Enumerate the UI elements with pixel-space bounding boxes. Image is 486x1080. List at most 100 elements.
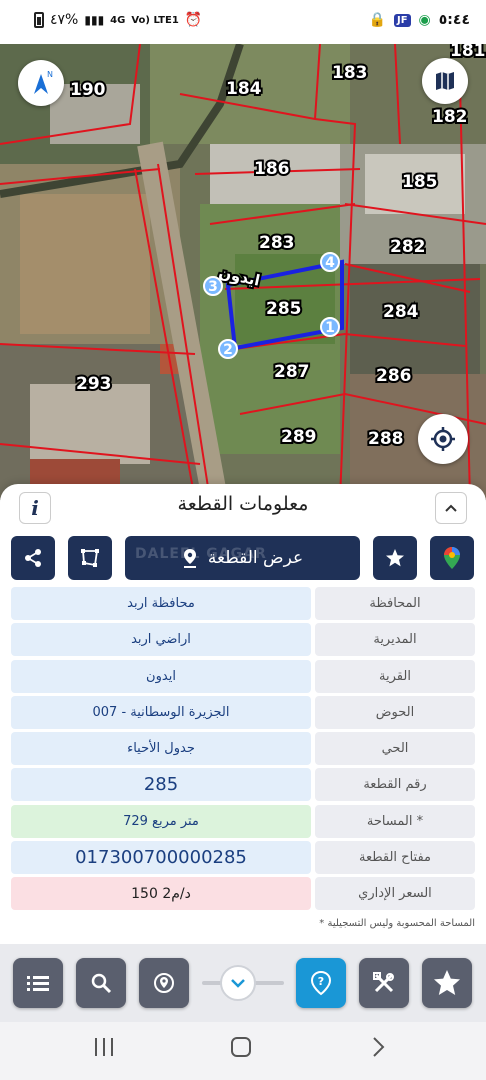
parcel-label: 286: [376, 366, 412, 386]
parcel-label: 183: [332, 63, 368, 83]
parcel-label: 181: [450, 44, 486, 61]
parcel-label: 293: [76, 374, 112, 394]
table-row: 017300700000285 مفتاح القطعة: [11, 841, 475, 875]
table-row: 729 متر مربع المساحة *: [11, 804, 475, 838]
table-row: ايدون القرية: [11, 659, 475, 693]
table-row: الجزيرة الوسطانية - 007 الحوض: [11, 695, 475, 729]
area-label: المساحة *: [315, 804, 475, 838]
table-row: 285 رقم القطعة: [11, 768, 475, 802]
sheet-title: معلومات القطعة: [177, 493, 309, 515]
satellite-map[interactable]: 181 190 183 184 182 186 185 283 282 285 …: [0, 44, 486, 500]
parcel-details-table: محافظة اربد المحافظة اراضي اربد المديرية…: [11, 587, 475, 914]
village-value: ايدون: [11, 659, 311, 693]
parcel-label: 184: [226, 79, 262, 99]
svg-text:?: ?: [318, 975, 324, 988]
parcel-label: 283: [259, 233, 295, 253]
map-layers-icon: [436, 72, 454, 90]
sheet-header: i معلومات القطعة: [0, 484, 486, 528]
parcel-info-sheet: i معلومات القطعة DALEEL GAGAR عرض القطعة…: [0, 484, 486, 952]
recents-icon: [95, 1038, 113, 1056]
panel-toggle-knob[interactable]: [220, 965, 256, 1001]
parcel-key-value: 017300700000285: [11, 841, 311, 875]
basin-value: الجزيرة الوسطانية - 007: [11, 695, 311, 729]
status-left: ٤٧% ▮▮▮ 4G Vo) LTE1 ⏰: [34, 12, 202, 28]
help-button[interactable]: ?: [296, 958, 346, 1008]
location-search-button[interactable]: [139, 958, 189, 1008]
chevron-down-icon: [231, 979, 245, 988]
home-button[interactable]: [229, 1036, 253, 1064]
parcel-label: 288: [368, 429, 404, 449]
district-label: الحي: [315, 732, 475, 766]
share-icon: [25, 549, 41, 567]
parcel-label: 285: [266, 299, 302, 319]
governorate-label: المحافظة: [315, 587, 475, 620]
governorate-value: محافظة اربد: [11, 587, 311, 620]
parcel-label: 282: [390, 237, 426, 257]
tools-icon: [373, 972, 394, 993]
network-type: 4G: [110, 14, 126, 26]
back-icon: [373, 1037, 385, 1057]
recents-button[interactable]: [92, 1036, 116, 1064]
parcel-label: 190: [70, 80, 106, 100]
whatsapp-icon: ◉: [418, 12, 431, 28]
map-view[interactable]: 181 190 183 184 182 186 185 283 282 285 …: [0, 44, 486, 500]
directorate-label: المديرية: [315, 623, 475, 657]
jf-badge: JF: [393, 13, 411, 27]
area-footnote: * المساحة المحسوبة وليس التسجيلية: [319, 918, 475, 929]
district-value: جدول الأحياء: [11, 732, 311, 766]
my-location-button[interactable]: [418, 414, 468, 464]
basin-label: الحوض: [315, 695, 475, 729]
parcel-number-value: 285: [11, 768, 311, 802]
star-icon: [386, 549, 404, 567]
location-search-icon: [154, 973, 174, 993]
admin-price-label: السعر الإداري: [315, 877, 475, 911]
parcel-number-label: رقم القطعة: [315, 768, 475, 802]
admin-price-value: 150 د/م2: [11, 877, 311, 911]
help-pin-icon: ?: [310, 970, 332, 996]
polygon-button[interactable]: [68, 536, 112, 580]
parcel-label: 284: [383, 302, 419, 322]
alarm-icon: ⏰: [184, 12, 203, 28]
watermark: DALEEL GAGAR: [135, 546, 267, 562]
system-nav-bar: [0, 1022, 486, 1080]
parcel-label: 182: [432, 107, 468, 127]
collapse-button[interactable]: [435, 492, 467, 524]
compass-button[interactable]: N: [18, 60, 64, 106]
favorites-star-icon: [434, 970, 460, 995]
tools-button[interactable]: [359, 958, 409, 1008]
vertex-label: 1: [325, 320, 335, 336]
list-icon: [27, 976, 49, 991]
vertex-label: 4: [325, 255, 335, 271]
status-bar: ٤٧% ▮▮▮ 4G Vo) LTE1 ⏰ 🔒 JF ◉ ٥:٤٤: [0, 0, 486, 44]
favorites-button[interactable]: [422, 958, 472, 1008]
village-label: القرية: [315, 659, 475, 693]
compass-icon: N: [34, 70, 53, 94]
search-button[interactable]: [76, 958, 126, 1008]
signal-icon: ▮▮▮: [84, 13, 105, 27]
show-parcel-button[interactable]: DALEEL GAGAR عرض القطعة: [125, 536, 360, 580]
action-bar: DALEEL GAGAR عرض القطعة: [0, 536, 486, 580]
table-row: محافظة اربد المحافظة: [11, 587, 475, 620]
target-icon: [431, 427, 455, 451]
status-time: ٥:٤٤: [438, 12, 470, 28]
layers-button[interactable]: [422, 58, 468, 104]
bottom-toolbar: ?: [0, 944, 486, 1022]
table-row: 150 د/م2 السعر الإداري: [11, 877, 475, 911]
parcel-key-label: مفتاح القطعة: [315, 841, 475, 875]
volte-indicator: Vo) LTE1: [131, 14, 179, 26]
chevron-up-icon: [445, 504, 457, 512]
list-button[interactable]: [13, 958, 63, 1008]
parcel-label: 287: [274, 362, 310, 382]
google-maps-button[interactable]: [430, 536, 474, 580]
battery-icon: [34, 12, 44, 28]
polygon-icon: [81, 549, 99, 567]
vertex-label: 2: [223, 342, 233, 358]
lock-icon: 🔒: [368, 12, 386, 28]
parcel-label: 185: [402, 172, 438, 192]
back-button[interactable]: [366, 1036, 390, 1064]
table-row: اراضي اربد المديرية: [11, 623, 475, 657]
favorite-button[interactable]: [373, 536, 417, 580]
home-icon: [231, 1037, 251, 1057]
share-button[interactable]: [11, 536, 55, 580]
vertex-label: 3: [208, 279, 218, 295]
